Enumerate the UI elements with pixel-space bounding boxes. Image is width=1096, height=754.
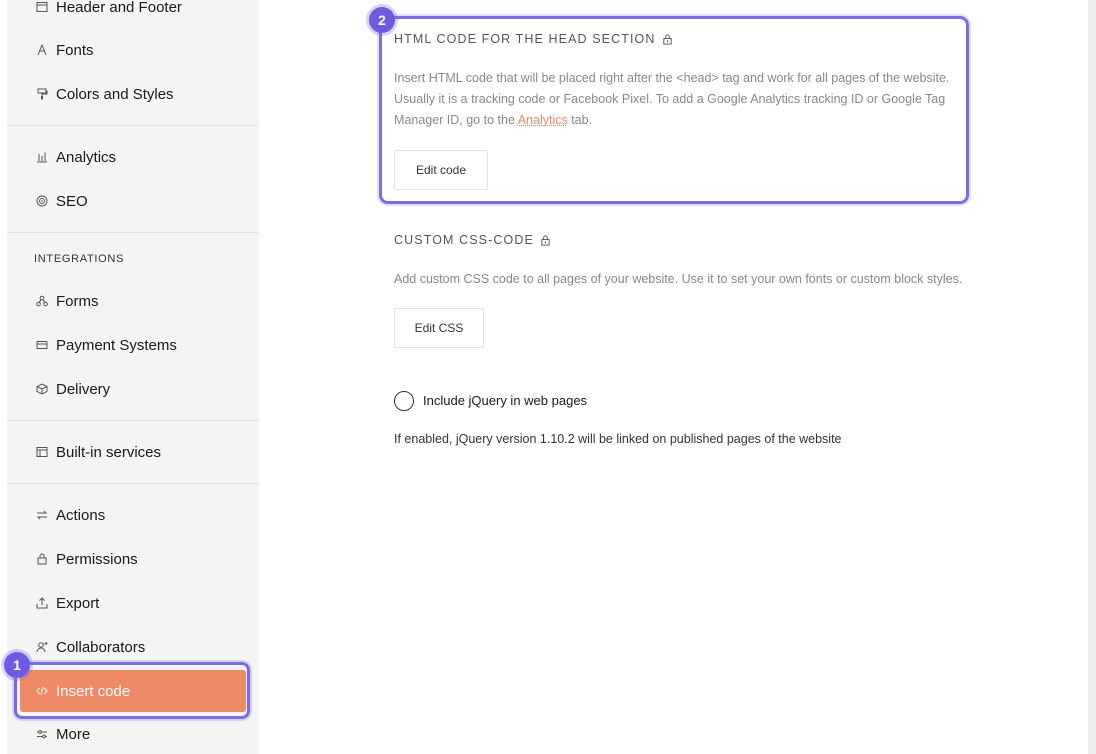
integrations-heading: INTEGRATIONS: [34, 253, 125, 265]
css-section-title: CUSTOM CSS-CODE: [394, 233, 551, 247]
services-icon: [34, 444, 50, 460]
include-jquery-label: Include jQuery in web pages: [423, 393, 588, 408]
sidebar-item-analytics[interactable]: Analytics: [20, 139, 246, 175]
head-desc-line-3-post: tab.: [567, 113, 593, 127]
head-section-title-text: HTML CODE FOR THE HEAD SECTION: [394, 32, 656, 46]
sidebar-item-label: Payment Systems: [56, 336, 177, 354]
edit-code-button[interactable]: Edit code: [394, 150, 488, 190]
lock-icon: [34, 551, 50, 567]
head-section-title: HTML CODE FOR THE HEAD SECTION: [394, 32, 673, 46]
sidebar-item-seo[interactable]: SEO: [20, 183, 246, 219]
sidebar-divider: [7, 125, 259, 126]
sidebar-item-label: Delivery: [56, 380, 111, 398]
sidebar-divider: [7, 420, 259, 421]
scrollbar-track[interactable]: [1088, 0, 1096, 754]
left-gutter: [0, 0, 7, 754]
sidebar-item-delivery[interactable]: Delivery: [20, 371, 246, 407]
sidebar-item-forms[interactable]: Forms: [20, 283, 246, 319]
jquery-note: If enabled, jQuery version 1.10.2 will b…: [394, 432, 842, 446]
sidebar-item-built-in-services[interactable]: Built-in services: [20, 434, 246, 470]
sidebar-item-fonts[interactable]: Fonts: [20, 32, 246, 68]
font-icon: [34, 42, 50, 58]
sidebar-divider: [7, 483, 259, 484]
bar-chart-icon: [34, 149, 50, 165]
sidebar-item-collaborators[interactable]: Collaborators: [20, 629, 246, 665]
head-desc-line-3-pre: Manager ID, go to the: [394, 113, 518, 127]
css-section-description: Add custom CSS code to all pages of your…: [394, 272, 963, 286]
sidebar-divider: [7, 232, 259, 233]
include-jquery-radio[interactable]: [394, 391, 414, 411]
sidebar-item-label: Permissions: [56, 550, 138, 568]
sidebar-item-export[interactable]: Export: [20, 585, 246, 621]
highlight-outline-insert-code: [14, 662, 250, 719]
head-desc-line-3: Manager ID, go to the Analytics tab.: [394, 110, 954, 131]
head-desc-line-1: Insert HTML code that will be placed rig…: [394, 71, 950, 85]
arrows-icon: [34, 507, 50, 523]
sidebar-item-header-footer[interactable]: Header and Footer: [20, 0, 246, 25]
sidebar-item-permissions[interactable]: Permissions: [20, 541, 246, 577]
head-section-description: Insert HTML code that will be placed rig…: [394, 68, 954, 131]
sidebar-item-label: Header and Footer: [56, 0, 182, 16]
export-icon: [34, 595, 50, 611]
css-section-title-text: CUSTOM CSS-CODE: [394, 233, 534, 247]
lock-icon: [540, 234, 551, 246]
sidebar-item-actions[interactable]: Actions: [20, 497, 246, 533]
lock-icon: [662, 33, 673, 45]
layout-icon: [34, 0, 50, 15]
step-badge-2: 2: [369, 7, 395, 33]
sidebar-item-label: Collaborators: [56, 638, 146, 656]
sliders-icon: [34, 726, 50, 742]
sidebar-item-label: Export: [56, 594, 100, 612]
step-badge-1: 1: [4, 652, 30, 678]
forms-icon: [34, 293, 50, 309]
sidebar-item-label: Fonts: [56, 41, 94, 59]
head-desc-line-2: Usually it is a tracking code or Faceboo…: [394, 92, 946, 106]
sidebar-item-label: SEO: [56, 192, 88, 210]
sidebar-item-label: Colors and Styles: [56, 85, 174, 103]
sidebar-item-label: Forms: [56, 292, 99, 310]
sidebar-item-label: More: [56, 725, 91, 743]
sidebar-item-colors-styles[interactable]: Colors and Styles: [20, 76, 246, 112]
add-user-icon: [34, 639, 50, 655]
analytics-link[interactable]: Analytics: [518, 113, 568, 127]
edit-css-button[interactable]: Edit CSS: [394, 308, 484, 348]
sidebar-item-more[interactable]: More: [20, 716, 246, 752]
sidebar-item-label: Built-in services: [56, 443, 162, 461]
sidebar-item-label: Analytics: [56, 148, 117, 166]
box-icon: [34, 381, 50, 397]
card-icon: [34, 337, 50, 353]
sidebar-item-label: Actions: [56, 506, 106, 524]
target-icon: [34, 193, 50, 209]
sidebar-item-payment-systems[interactable]: Payment Systems: [20, 327, 246, 363]
paint-roller-icon: [34, 86, 50, 102]
